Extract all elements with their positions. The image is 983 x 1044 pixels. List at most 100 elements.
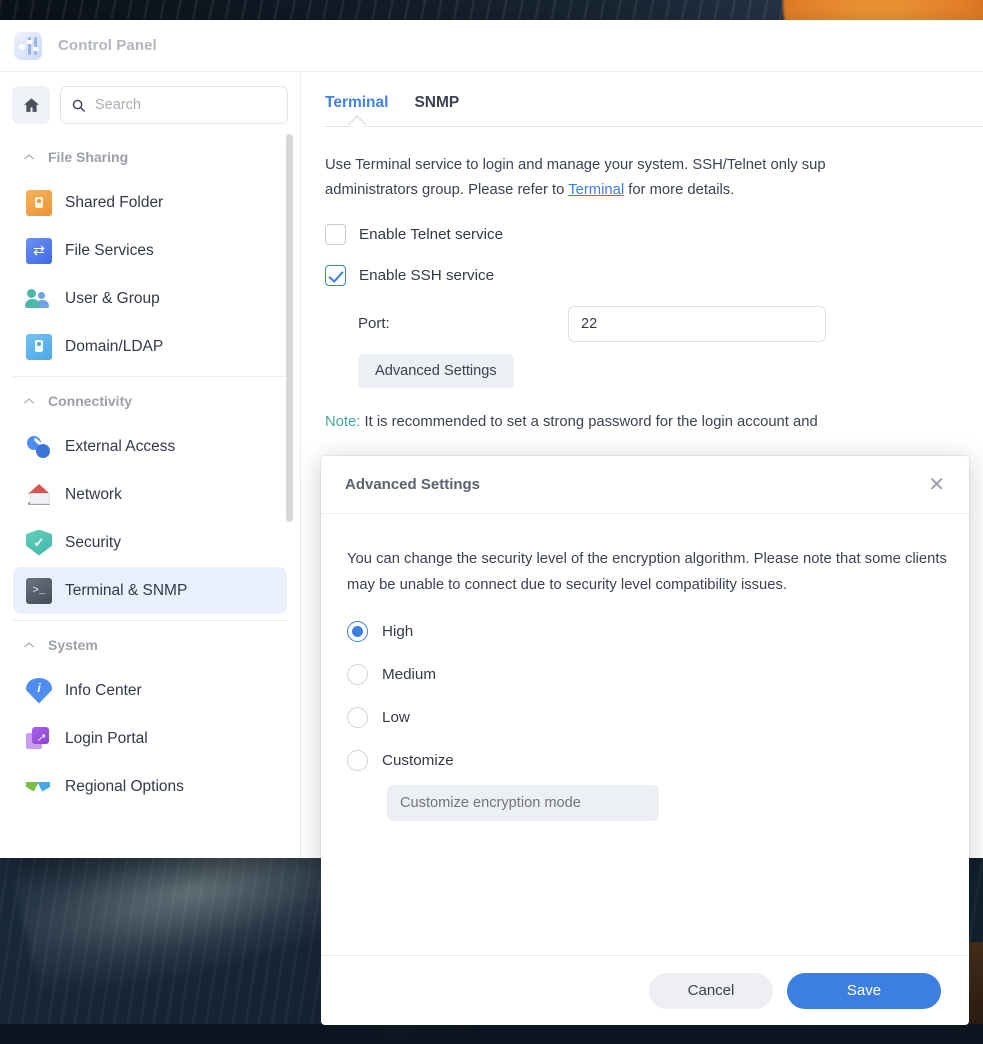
info-center-icon [26, 678, 52, 704]
sidebar-item-label: Shared Folder [65, 194, 163, 212]
page-title: Control Panel [58, 37, 157, 54]
sidebar-item-user-group[interactable]: User & Group [13, 275, 287, 322]
radio-medium[interactable] [347, 664, 368, 685]
sidebar-item-label: External Access [65, 438, 175, 456]
chevron-up-icon [22, 150, 36, 164]
radio-high[interactable] [347, 621, 368, 642]
terminal-settings-content: Use Terminal service to login and manage… [301, 127, 983, 465]
radio-label-high: High [382, 623, 413, 640]
sidebar-item-label: File Services [65, 242, 154, 260]
note-prefix: Note: [325, 414, 360, 430]
terminal-icon [26, 578, 52, 604]
nav-group-header-connectivity[interactable]: Connectivity [0, 380, 300, 422]
sidebar-item-domain-ldap[interactable]: Domain/LDAP [13, 323, 287, 370]
sidebar-item-terminal-snmp[interactable]: Terminal & SNMP [13, 567, 287, 614]
tab-terminal[interactable]: Terminal [325, 94, 388, 126]
security-shield-icon [26, 530, 52, 556]
tab-bar: Terminal SNMP [301, 72, 983, 126]
user-group-icon [26, 286, 52, 312]
sidebar-item-network[interactable]: Network [13, 471, 287, 518]
description-text-tail: for more details. [624, 182, 734, 198]
sidebar-item-regional-options[interactable]: Regional Options [13, 763, 287, 810]
cancel-button[interactable]: Cancel [649, 973, 773, 1009]
dialog-header: Advanced Settings ✕ [321, 456, 969, 514]
sidebar-divider [13, 620, 287, 621]
network-icon [26, 482, 52, 508]
sidebar-item-security[interactable]: Security [13, 519, 287, 566]
advanced-settings-dialog: Advanced Settings ✕ You can change the s… [321, 456, 969, 1025]
dialog-footer: Cancel Save [321, 955, 969, 1025]
sidebar-item-label: Network [65, 486, 122, 504]
login-portal-icon: ↗ [26, 726, 52, 752]
nav-group-system: System Info Center ↗ Login Portal Region… [0, 624, 300, 810]
radio-label-customize: Customize [382, 752, 454, 769]
terminal-help-link[interactable]: Terminal [568, 182, 624, 198]
sidebar-scrollbar-thumb[interactable] [286, 134, 293, 522]
sidebar-item-label: Login Portal [65, 730, 148, 748]
control-panel-icon [14, 32, 42, 60]
sidebar-item-label: User & Group [65, 290, 160, 308]
sidebar-item-login-portal[interactable]: ↗ Login Portal [13, 715, 287, 762]
sidebar-item-external-access[interactable]: External Access [13, 423, 287, 470]
shared-folder-icon [26, 190, 52, 216]
port-label: Port: [358, 315, 568, 332]
dialog-body: You can change the security level of the… [321, 514, 969, 955]
close-icon[interactable]: ✕ [928, 475, 945, 495]
radio-customize[interactable] [347, 750, 368, 771]
nav-group-label: File Sharing [48, 149, 128, 165]
nav-group-header-system[interactable]: System [0, 624, 300, 666]
telnet-checkbox-row: Enable Telnet service [325, 224, 959, 245]
dialog-title: Advanced Settings [345, 476, 480, 493]
customize-encryption-input[interactable] [387, 785, 659, 821]
terminal-note: Note: It is recommended to set a strong … [325, 414, 959, 430]
nav-group-label: System [48, 637, 98, 653]
port-row: Port: [325, 306, 959, 342]
search-icon [71, 97, 86, 114]
sidebar-bottom-fade [0, 818, 300, 858]
sidebar-search-row [0, 72, 300, 136]
domain-ldap-icon [26, 334, 52, 360]
nav-group-header-file-sharing[interactable]: File Sharing [0, 136, 300, 178]
chevron-up-icon [22, 394, 36, 408]
sidebar-item-label: Domain/LDAP [65, 338, 163, 356]
enable-telnet-checkbox[interactable] [325, 224, 346, 245]
home-icon [22, 96, 41, 115]
sidebar-item-file-services[interactable]: File Services [13, 227, 287, 274]
sidebar-item-label: Info Center [65, 682, 142, 700]
radio-low[interactable] [347, 707, 368, 728]
radio-label-medium: Medium [382, 666, 436, 683]
sidebar-item-label: Terminal & SNMP [65, 582, 187, 600]
chevron-up-icon [22, 638, 36, 652]
save-button[interactable]: Save [787, 973, 941, 1009]
enable-ssh-label: Enable SSH service [359, 267, 494, 284]
sidebar-item-shared-folder[interactable]: Shared Folder [13, 179, 287, 226]
nav-group-file-sharing: File Sharing Shared Folder File Services… [0, 136, 300, 370]
radio-row-low: Low [347, 707, 943, 728]
port-input[interactable] [568, 306, 826, 342]
note-text: It is recommended to set a strong passwo… [360, 414, 817, 430]
enable-ssh-checkbox[interactable] [325, 265, 346, 286]
search-input[interactable] [95, 97, 277, 113]
nav-group-connectivity: Connectivity External Access Network Sec… [0, 380, 300, 614]
radio-label-low: Low [382, 709, 410, 726]
dialog-description: You can change the security level of the… [347, 546, 947, 599]
home-button[interactable] [12, 86, 50, 124]
sidebar-divider [13, 376, 287, 377]
search-box[interactable] [60, 86, 288, 124]
external-access-icon [26, 434, 52, 460]
nav-group-label: Connectivity [48, 393, 132, 409]
enable-telnet-label: Enable Telnet service [359, 226, 503, 243]
tab-snmp[interactable]: SNMP [414, 94, 459, 126]
description-text: administrators group. Please refer to [325, 182, 568, 198]
sidebar-item-info-center[interactable]: Info Center [13, 667, 287, 714]
radio-row-customize: Customize [347, 750, 943, 771]
file-services-icon [26, 238, 52, 264]
ssh-checkbox-row: Enable SSH service [325, 265, 959, 286]
sidebar-item-label: Regional Options [65, 778, 184, 796]
advanced-settings-button[interactable]: Advanced Settings [358, 354, 514, 388]
sidebar-item-label: Security [65, 534, 121, 552]
terminal-description-line1: Use Terminal service to login and manage… [325, 153, 959, 178]
radio-row-medium: Medium [347, 664, 943, 685]
radio-row-high: High [347, 621, 943, 642]
window-titlebar: Control Panel [0, 20, 983, 72]
